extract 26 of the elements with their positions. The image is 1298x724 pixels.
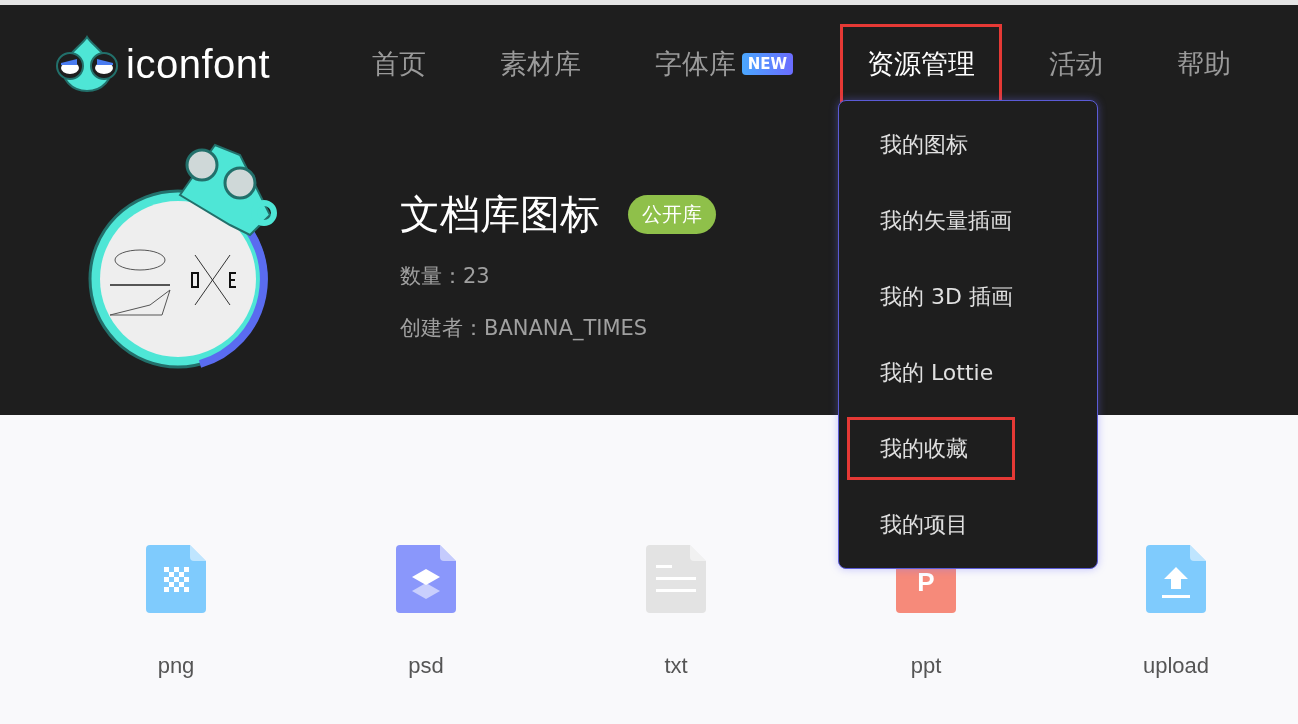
menu-item[interactable]: 我的 3D 插画 [847, 265, 1015, 328]
file-type-label: txt [664, 653, 688, 679]
menu-item[interactable]: 我的图标 [847, 113, 1015, 176]
menu-item[interactable]: 我的收藏 [847, 417, 1015, 480]
nav-link[interactable]: 帮助 [1150, 24, 1258, 104]
nav-link[interactable]: 活动 [1022, 24, 1130, 104]
library-title: 文档库图标 [400, 190, 600, 239]
nav-link[interactable]: 素材库 [472, 24, 608, 104]
nav-link[interactable]: 首页 [344, 24, 453, 104]
file-type-label: upload [1142, 653, 1210, 679]
logo-icon[interactable] [54, 35, 120, 93]
upload-file-icon[interactable] [1146, 545, 1206, 613]
file-type-label: png [157, 653, 195, 679]
menu-item[interactable]: 我的 Lottie [847, 341, 1015, 404]
creator-text: 创建者：BANANA_TIMES [400, 315, 649, 342]
icon-count: 数量：23 [400, 263, 491, 290]
file-icon[interactable] [396, 545, 456, 613]
file-icon[interactable] [646, 545, 706, 613]
logo-text[interactable]: iconfont [126, 41, 271, 87]
menu-item[interactable]: 我的矢量插画 [847, 189, 1015, 252]
file-type-label: ppt [910, 653, 942, 679]
nav-link[interactable]: 字体库 NEW [627, 24, 820, 104]
new-badge: NEW [741, 53, 793, 75]
public-tag: 公开库 [628, 195, 716, 234]
file-type-label: psd [408, 653, 444, 679]
file-icon[interactable] [146, 545, 206, 613]
